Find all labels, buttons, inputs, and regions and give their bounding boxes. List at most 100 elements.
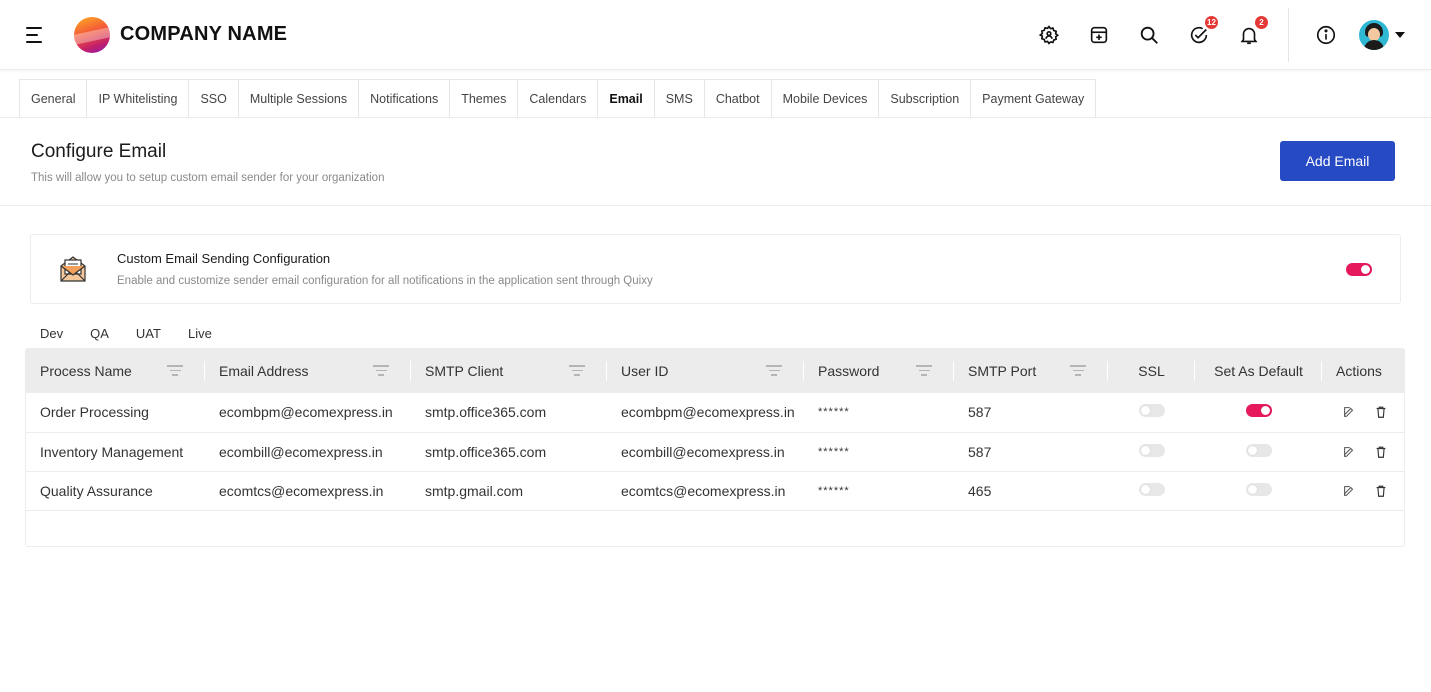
column-header-actions: Actions	[1322, 349, 1405, 393]
table-row: Order Processing ecombpm@ecomexpress.in sm…	[26, 393, 1405, 433]
env-tab-live[interactable]: Live	[188, 326, 212, 341]
notifications-icon[interactable]: 2	[1236, 15, 1268, 48]
configure-email-header: Configure Email This will allow you to s…	[0, 118, 1431, 206]
env-tab-uat[interactable]: UAT	[136, 326, 161, 341]
cell-set-as-default	[1195, 432, 1322, 472]
delete-icon[interactable]	[1374, 445, 1388, 459]
set-default-toggle[interactable]	[1245, 443, 1272, 457]
cell-user: ecomtcs@ecomexpress.in	[607, 471, 804, 511]
cell-port: 587	[954, 393, 1108, 433]
tasks-badge: 12	[1205, 15, 1218, 29]
column-header-label: Process Name	[40, 363, 132, 379]
custom-config-toggle[interactable]	[1346, 262, 1372, 276]
cell-password: ******	[804, 471, 954, 511]
add-email-button[interactable]: Add Email	[1280, 141, 1395, 181]
env-tab-qa[interactable]: QA	[90, 326, 109, 341]
tab-themes[interactable]: Themes	[450, 80, 519, 117]
tab-payment-gateway[interactable]: Payment Gateway	[971, 80, 1095, 117]
cell-smtp: smtp.gmail.com	[411, 471, 607, 511]
search-icon[interactable]	[1136, 22, 1162, 48]
email-table-container: Process Name Email Address SMTP Client User…	[25, 348, 1405, 547]
edit-icon[interactable]	[1342, 405, 1356, 419]
page-title: Configure Email	[31, 141, 167, 162]
filter-icon[interactable]	[916, 365, 932, 377]
cell-email: ecombill@ecomexpress.in	[205, 432, 411, 472]
column-header-smtp-port: SMTP Port	[954, 349, 1108, 393]
cell-process: Inventory Management	[26, 432, 205, 472]
column-header-process-name: Process Name	[26, 349, 205, 393]
tab-email[interactable]: Email	[598, 80, 655, 117]
column-header-user-id: User ID	[607, 349, 804, 393]
filter-icon[interactable]	[1070, 365, 1086, 377]
tab-ip-whitelisting[interactable]: IP Whitelisting	[87, 80, 190, 117]
tab-subscription[interactable]: Subscription	[879, 80, 972, 117]
filter-icon[interactable]	[766, 365, 782, 377]
company-name: COMPANY NAME	[120, 23, 288, 45]
filter-icon[interactable]	[167, 365, 183, 377]
set-default-toggle[interactable]	[1245, 404, 1272, 418]
tab-chatbot[interactable]: Chatbot	[705, 80, 772, 117]
tasks-icon[interactable]: 12	[1186, 15, 1218, 48]
table-row: Quality Assurance ecomtcs@ecomexpress.in s…	[26, 471, 1405, 511]
cell-ssl	[1108, 393, 1195, 433]
admin-settings-icon[interactable]	[1036, 22, 1062, 48]
settings-tabs: General IP Whitelisting SSO Multiple Sessio…	[19, 79, 1097, 117]
cell-user: ecombpm@ecomexpress.in	[607, 393, 804, 433]
header-divider	[1288, 7, 1289, 62]
tab-calendars[interactable]: Calendars	[518, 80, 599, 117]
column-header-password: Password	[804, 349, 954, 393]
cell-set-as-default	[1195, 471, 1322, 511]
cell-ssl	[1108, 432, 1195, 472]
table-header-row: Process Name Email Address SMTP Client User…	[26, 349, 1405, 393]
cell-password: ******	[804, 393, 954, 433]
settings-tabbar: General IP Whitelisting SSO Multiple Sessio…	[0, 70, 1431, 118]
envelope-icon	[60, 256, 86, 282]
tab-general[interactable]: General	[20, 80, 88, 117]
tab-mobile-devices[interactable]: Mobile Devices	[772, 80, 880, 117]
column-header-label: Email Address	[219, 363, 309, 379]
ssl-toggle[interactable]	[1138, 482, 1165, 496]
filter-icon[interactable]	[569, 365, 585, 377]
cell-actions	[1322, 393, 1405, 433]
filter-icon[interactable]	[373, 365, 389, 377]
notifications-badge: 2	[1255, 15, 1268, 29]
tab-notifications[interactable]: Notifications	[359, 80, 451, 117]
cell-smtp: smtp.office365.com	[411, 432, 607, 472]
column-header-ssl: SSL	[1108, 349, 1195, 393]
edit-icon[interactable]	[1342, 484, 1356, 498]
column-header-label: Password	[818, 363, 880, 379]
column-header-label: User ID	[621, 363, 669, 379]
chevron-down-icon	[1395, 31, 1405, 38]
custom-config-title: Custom Email Sending Configuration	[117, 251, 331, 266]
cell-email: ecombpm@ecomexpress.in	[205, 393, 411, 433]
ssl-toggle[interactable]	[1138, 443, 1165, 457]
cell-port: 465	[954, 471, 1108, 511]
ssl-toggle[interactable]	[1138, 404, 1165, 418]
cell-user: ecombill@ecomexpress.in	[607, 432, 804, 472]
cell-port: 587	[954, 432, 1108, 472]
column-header-label: Set As Default	[1214, 363, 1303, 379]
delete-icon[interactable]	[1374, 405, 1388, 419]
company-logo	[74, 16, 110, 53]
cell-password: ******	[804, 432, 954, 472]
column-header-smtp-client: SMTP Client	[411, 349, 607, 393]
cell-actions	[1322, 432, 1405, 472]
menu-icon[interactable]	[26, 26, 46, 43]
column-header-label: SMTP Client	[425, 363, 504, 379]
tab-sso[interactable]: SSO	[189, 80, 239, 117]
custom-email-config-card: Custom Email Sending Configuration Enabl…	[30, 234, 1401, 304]
delete-icon[interactable]	[1374, 484, 1388, 498]
info-icon[interactable]	[1313, 22, 1339, 48]
environment-tabs: Dev QA UAT Live	[0, 322, 1431, 344]
edit-icon[interactable]	[1342, 445, 1356, 459]
env-tab-dev[interactable]: Dev	[40, 326, 63, 341]
table-body: Order Processing ecombpm@ecomexpress.in sm…	[26, 393, 1405, 511]
tab-sms[interactable]: SMS	[655, 80, 705, 117]
top-header: COMPANY NAME 12 2	[0, 0, 1431, 70]
column-header-label: Actions	[1336, 363, 1382, 379]
app-store-icon[interactable]	[1086, 22, 1112, 48]
set-default-toggle[interactable]	[1245, 482, 1272, 496]
user-menu[interactable]	[1359, 19, 1405, 50]
header-actions: 12 2	[1012, 7, 1405, 62]
tab-multiple-sessions[interactable]: Multiple Sessions	[239, 80, 360, 117]
